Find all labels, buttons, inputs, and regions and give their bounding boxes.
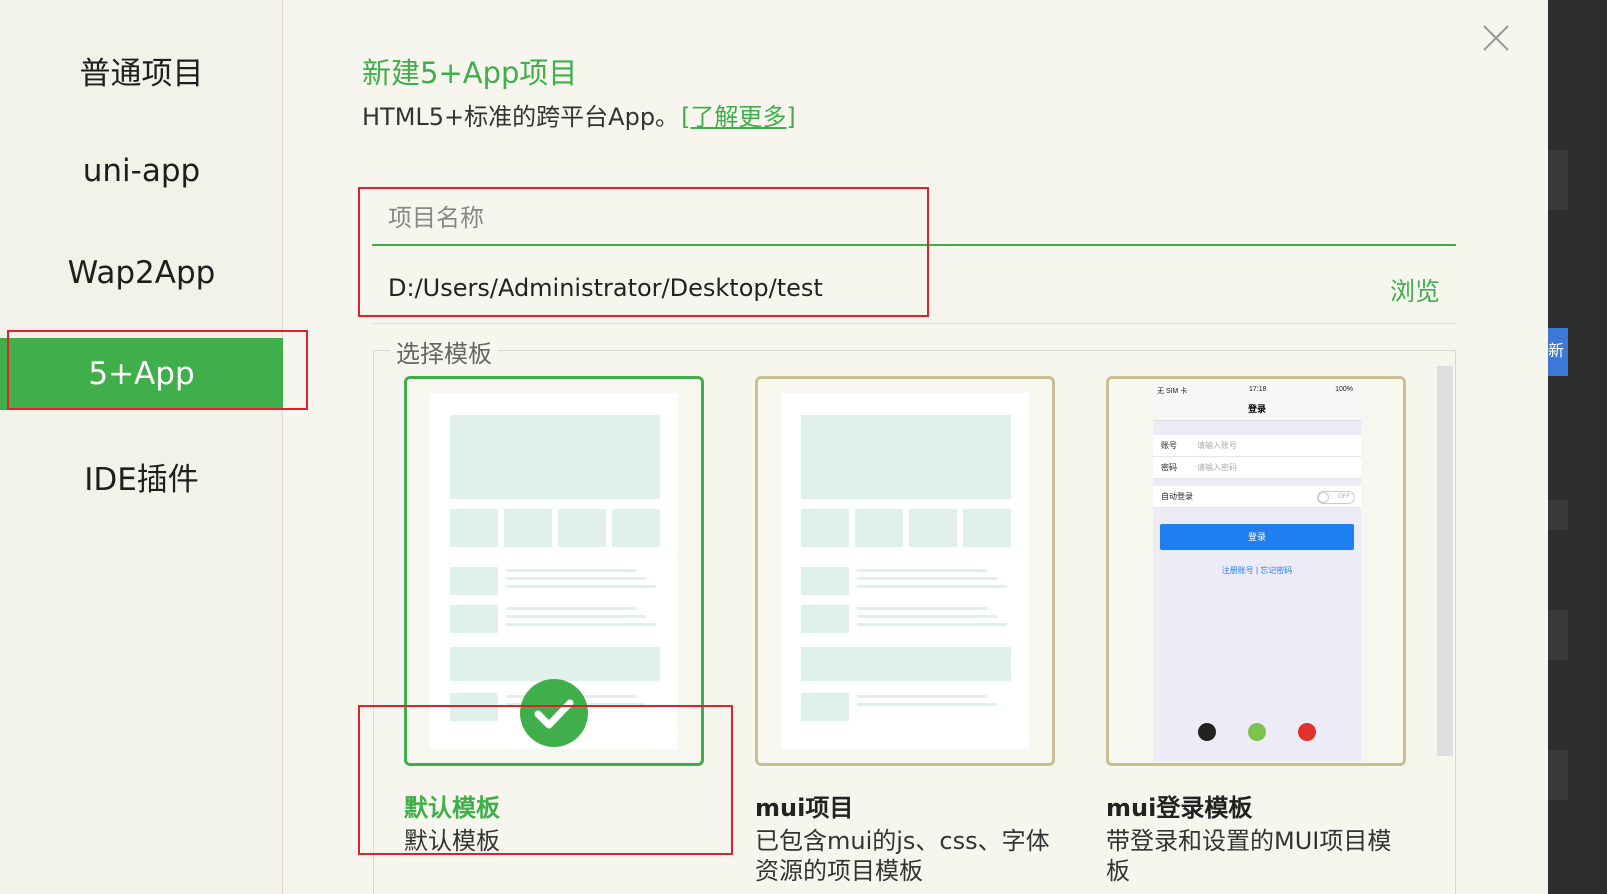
template-card-mui[interactable] [755,376,1055,766]
background-band [1548,610,1568,660]
sidebar-item-ide-plugin[interactable]: IDE插件 [0,440,283,512]
template-title-mui-login[interactable]: mui登录模板 [1106,788,1252,823]
project-path-row: D:/Users/Administrator/Desktop/test 浏览 [372,262,1456,324]
sidebar-item-uni-app[interactable]: uni-app [0,135,283,207]
wechat-icon [1248,723,1266,741]
selected-check-icon [520,679,588,747]
browse-button[interactable]: 浏览 [1390,272,1440,308]
close-icon[interactable] [1480,22,1512,54]
background-button: 新 [1548,328,1568,376]
template-title-default[interactable]: 默认模板 [404,788,500,823]
template-title-mui[interactable]: mui项目 [755,788,853,823]
background-band [1548,500,1568,530]
login-preview-phone: 无 SIM 卡 17:18 100% 登录 账号 请输入账号 密码 请输入密码 自动… [1153,383,1361,761]
qq-icon [1198,723,1216,741]
sidebar-item-label: uni-app [82,153,201,189]
sidebar-item-normal-project[interactable]: 普通项目 [0,34,283,106]
sidebar-item-5plus-app[interactable]: 5+App [0,338,283,410]
template-legend: 选择模板 [390,334,498,369]
page-title: 新建5+App项目 [362,56,578,90]
subtitle-text: HTML5+标准的跨平台App。 [362,103,680,131]
sidebar-item-wap2app[interactable]: Wap2App [0,237,283,309]
sidebar-item-label: Wap2App [67,255,216,291]
template-desc-default: 默认模板 [404,827,500,855]
phone-status-bar: 无 SIM 卡 17:18 100% [1153,383,1361,397]
project-type-sidebar: 普通项目 uni-app Wap2App 5+App IDE插件 [0,0,283,894]
project-path-field[interactable]: D:/Users/Administrator/Desktop/test [388,274,823,302]
template-card-mui-login[interactable]: 无 SIM 卡 17:18 100% 登录 账号 请输入账号 密码 请输入密码 自动… [1106,376,1406,766]
template-preview [781,393,1029,749]
template-card-default[interactable] [404,376,704,766]
background-band [1548,750,1568,800]
sidebar-item-label: IDE插件 [84,461,199,498]
template-scrollbar[interactable] [1437,366,1453,756]
sidebar-item-label: 5+App [88,356,195,392]
phone-links: 注册账号 | 忘记密码 [1221,566,1293,575]
template-desc-mui: 已包含mui的js、css、字体资源的项目模板 [755,827,1050,885]
template-desc-mui-login: 带登录和设置的MUI项目模板 [1106,827,1392,885]
phone-login-button: 登录 [1160,524,1354,550]
sidebar-item-label: 普通项目 [79,55,204,92]
phone-nav-title: 登录 [1153,397,1361,421]
learn-more-link[interactable]: [了解更多] [681,103,796,131]
project-name-input[interactable] [372,192,1456,246]
background-band [1548,150,1568,210]
new-project-dialog: 普通项目 uni-app Wap2App 5+App IDE插件 新 新建5+A… [0,0,1607,894]
weibo-icon [1298,723,1316,741]
page-subtitle: HTML5+标准的跨平台App。[了解更多] [362,97,796,132]
